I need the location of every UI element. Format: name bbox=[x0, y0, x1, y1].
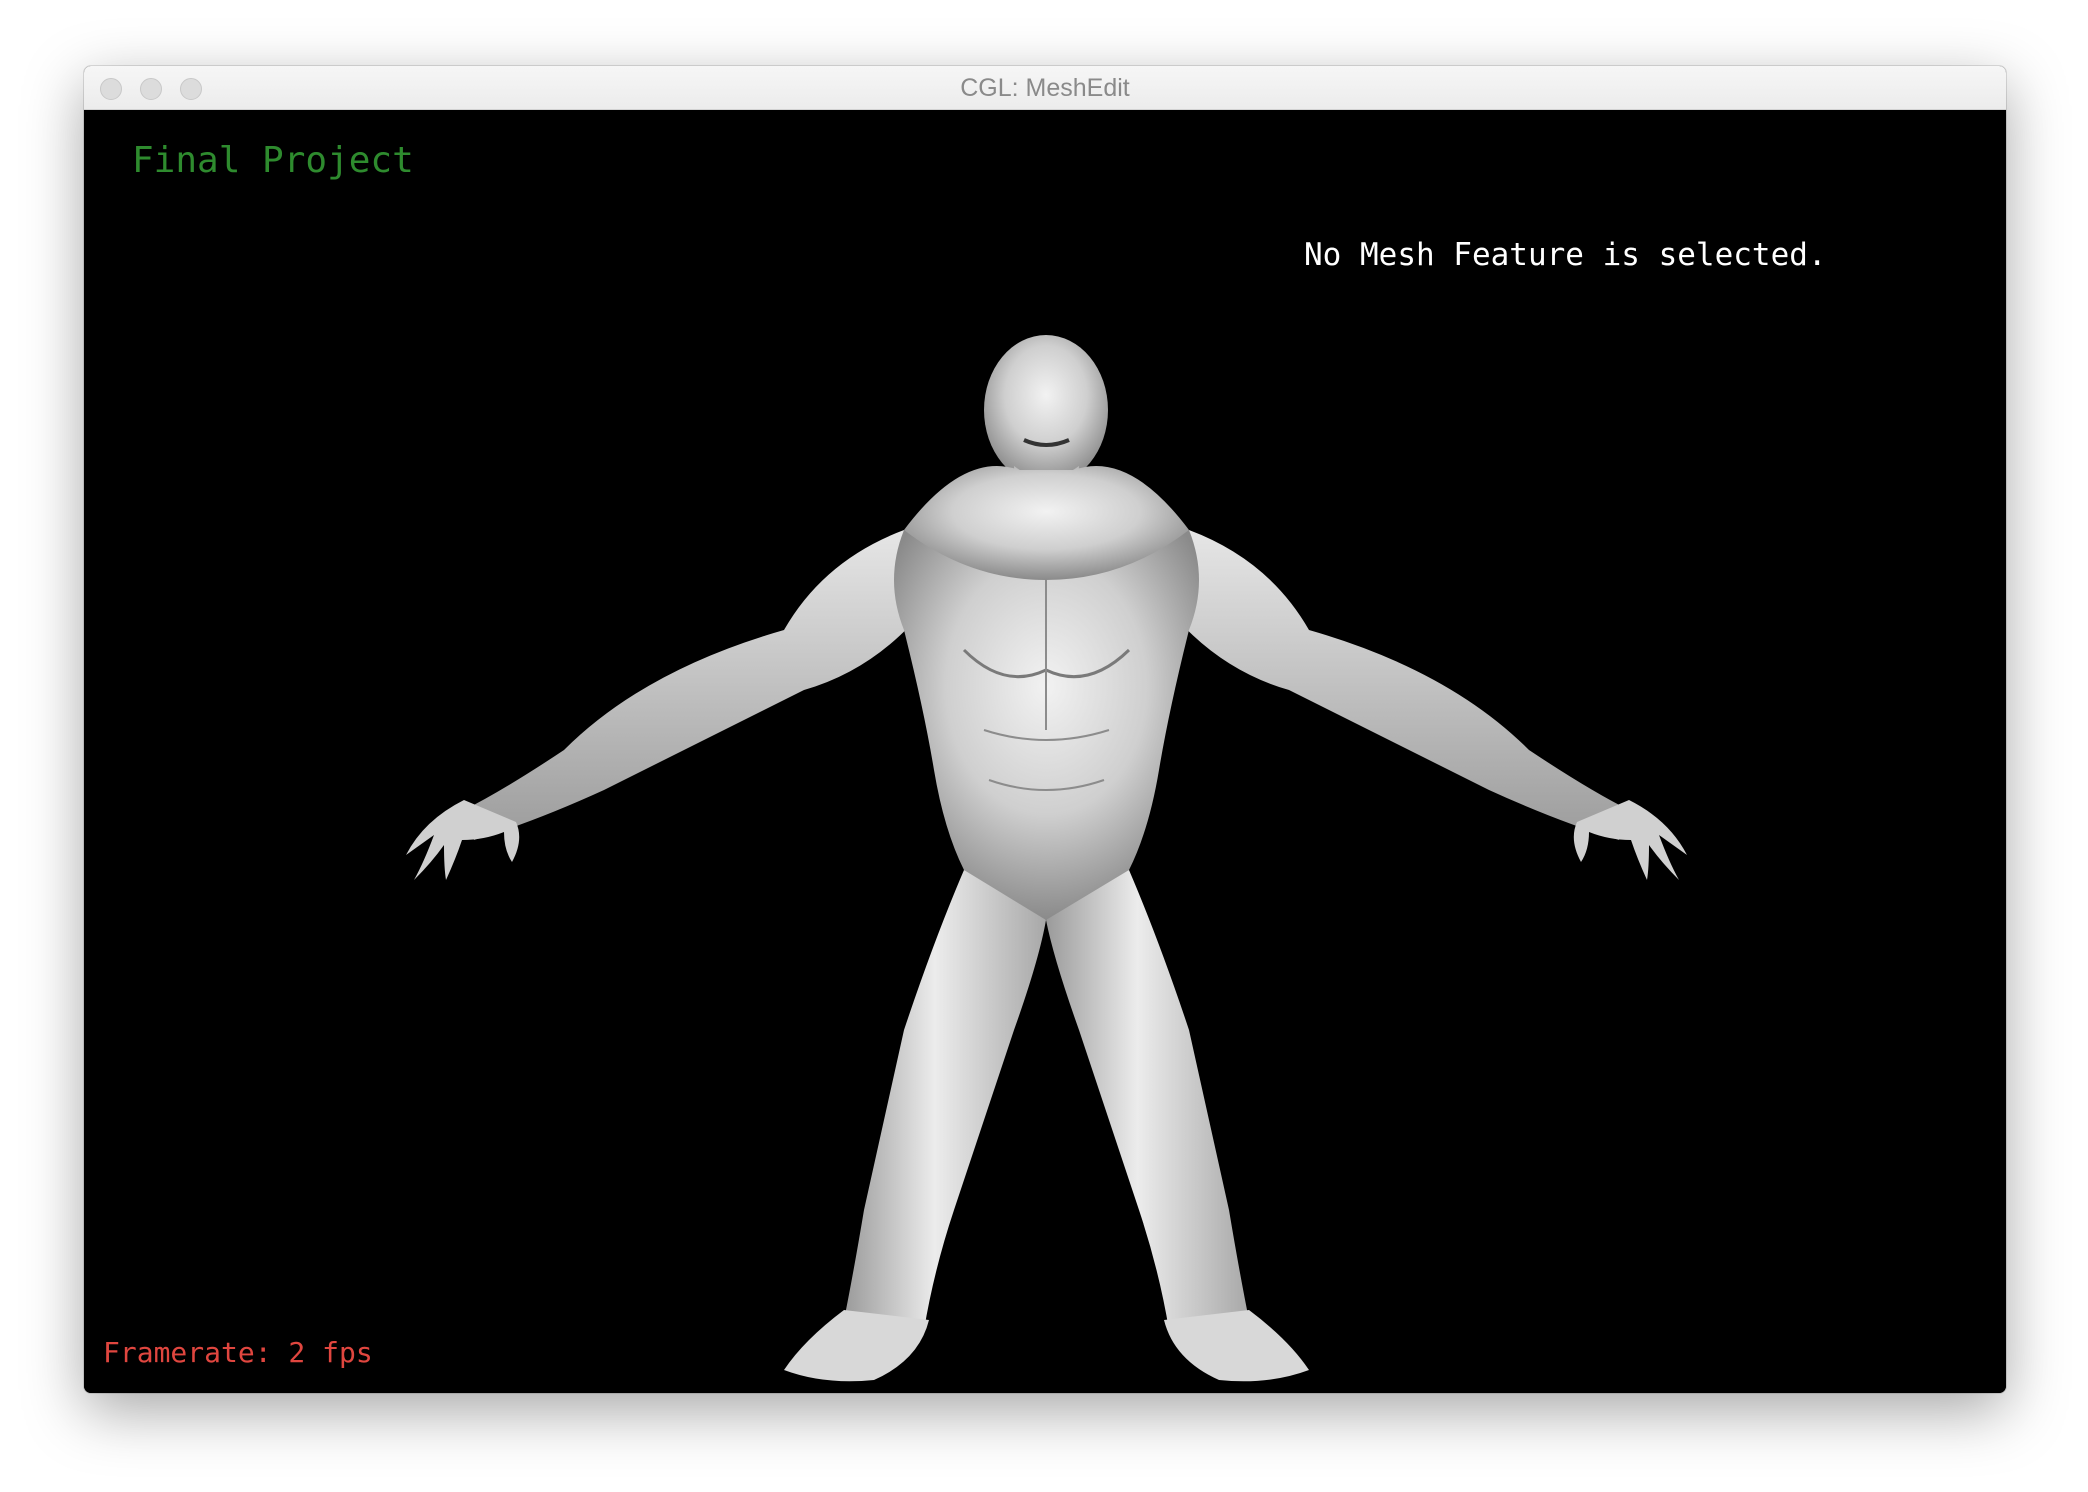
render-viewport[interactable]: Final Project No Mesh Feature is selecte… bbox=[84, 110, 2006, 1393]
mesh-model[interactable] bbox=[84, 110, 2006, 1393]
framerate-label: Framerate: 2 fps bbox=[103, 1336, 373, 1369]
window-title: CGL: MeshEdit bbox=[960, 74, 1130, 102]
mesh-right-leg bbox=[1046, 870, 1249, 1330]
app-window: CGL: MeshEdit Final Project No Mesh Feat… bbox=[84, 66, 2006, 1393]
mesh-right-arm bbox=[1169, 530, 1629, 840]
title-bar[interactable]: CGL: MeshEdit bbox=[84, 66, 2006, 110]
selection-status: No Mesh Feature is selected. bbox=[1304, 237, 1827, 273]
mesh-left-leg bbox=[844, 870, 1046, 1330]
mesh-head bbox=[984, 335, 1108, 485]
project-label: Final Project bbox=[132, 140, 414, 181]
mesh-left-arm bbox=[464, 530, 924, 840]
